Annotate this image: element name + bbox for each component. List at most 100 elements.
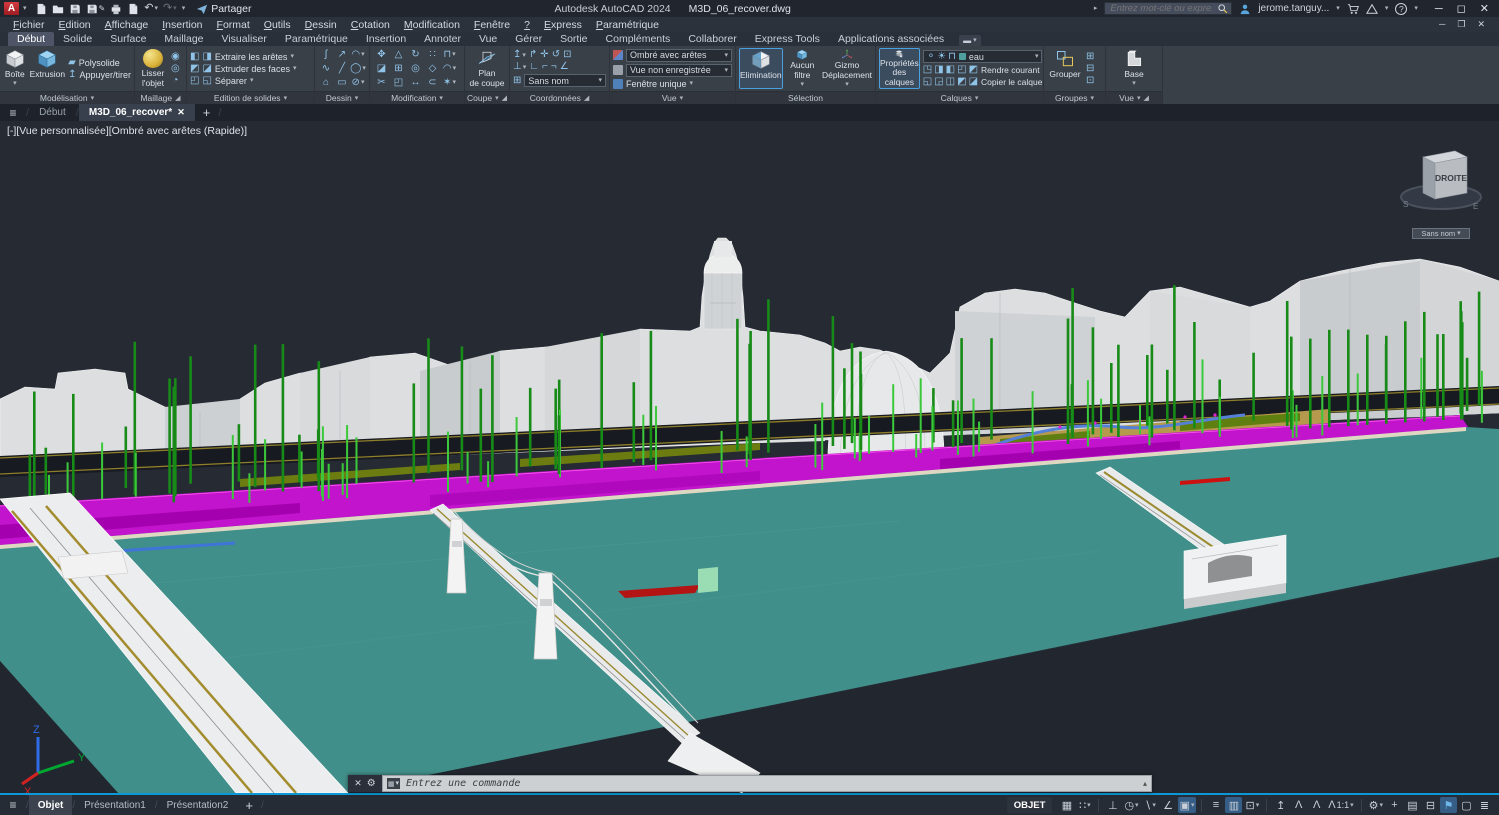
ribbon-tab-vue[interactable]: Vue <box>470 32 506 46</box>
save-button[interactable] <box>69 3 81 15</box>
layer-tool-icon[interactable]: ◫ <box>946 77 955 87</box>
modify-tool-icon[interactable]: ✂ <box>373 76 390 90</box>
ucs-tool-icon[interactable]: ⊥▾ <box>513 62 526 72</box>
ribbon-tab-annoter[interactable]: Annoter <box>415 32 470 46</box>
selection-cycling-toggle[interactable]: ⊡▾ <box>1243 797 1261 813</box>
file-tab-document[interactable]: M3D_06_recover*✕ <box>79 104 195 121</box>
layer-tool-icon[interactable]: ◪ <box>969 77 978 87</box>
solid-edit-button[interactable]: Extruder des faces <box>215 64 290 74</box>
ortho-toggle[interactable]: ⊥ <box>1104 797 1121 813</box>
search-input[interactable] <box>1108 2 1214 15</box>
menu-cotation[interactable]: Cotation <box>344 19 397 31</box>
maximize-button[interactable]: ◻ <box>1457 2 1466 15</box>
ribbon-tab-paramtrique[interactable]: Paramétrique <box>276 32 357 46</box>
solid-edit-button[interactable]: Extraire les arêtes <box>215 52 288 62</box>
modify-tool-icon[interactable]: ✶▾ <box>441 76 458 90</box>
menu-fentre[interactable]: Fenêtre <box>467 19 517 31</box>
layout-menu-icon[interactable]: ≡ <box>0 798 26 812</box>
object-snap-toggle[interactable]: ▣▾ <box>1178 797 1197 813</box>
layer-state-icon[interactable]: ⚬ <box>927 52 935 62</box>
group-tool-icon[interactable]: ⊡ <box>1086 76 1094 86</box>
ucs-tool-icon[interactable]: ⌐ <box>542 62 548 72</box>
open-file-button[interactable] <box>52 3 64 15</box>
drawing-canvas[interactable]: Z Y X [-][Vue personnalisée][Ombré avec … <box>0 121 1499 793</box>
menu-affichage[interactable]: Affichage <box>98 19 156 31</box>
menu-fichier[interactable]: Fichier <box>6 19 52 31</box>
modify-tool-icon[interactable]: ⊓▾ <box>441 48 458 62</box>
menu-express[interactable]: Express <box>537 19 589 31</box>
layer-tool-icon[interactable]: ◰ <box>957 65 966 75</box>
menu-insertion[interactable]: Insertion <box>155 19 209 31</box>
panel-title-modelisation[interactable]: Modélisation▾ <box>0 91 134 104</box>
copier-calque-button[interactable]: Copier le calque <box>981 77 1042 87</box>
file-tab-start[interactable]: Début <box>29 104 76 121</box>
layer-dropdown[interactable]: ⚬☀⊓eau▾ <box>923 50 1043 63</box>
command-history-icon[interactable]: ▴ <box>1143 779 1147 788</box>
app-menu-button[interactable]: A <box>4 2 19 15</box>
redo-button[interactable]: ↷▾ <box>163 3 177 14</box>
new-drawing-tab-button[interactable]: + <box>195 105 219 120</box>
view-dropdown[interactable]: Vue non enregistrée▾ <box>626 64 732 77</box>
draw-tool-icon[interactable]: ↗ <box>334 48 350 62</box>
visual-style-dropdown[interactable]: Ombré avec arêtes▾ <box>626 49 732 62</box>
grouper-button[interactable]: Grouper <box>1047 48 1083 89</box>
panel-title-maillage[interactable]: Maillage◢ <box>135 91 186 104</box>
layer-state-icon[interactable]: ☀ <box>937 52 946 62</box>
publish-button[interactable] <box>127 3 139 15</box>
transparency-toggle[interactable]: ▥ <box>1225 797 1242 813</box>
snap-mode-toggle[interactable]: ∷▾ <box>1076 797 1093 813</box>
layout-tab-présentation1[interactable]: Présentation1 <box>75 795 155 815</box>
osnap-tracking-toggle[interactable]: ∠ <box>1160 797 1177 813</box>
panel-title-edition[interactable]: Edition de solides▾ <box>187 91 314 104</box>
plot-toggle[interactable]: ⊟ <box>1422 797 1439 813</box>
ribbon-tab-solide[interactable]: Solide <box>54 32 101 46</box>
ribbon-tab-grer[interactable]: Gérer <box>506 32 551 46</box>
autodesk-apps-icon[interactable] <box>1366 3 1378 15</box>
user-name[interactable]: jerome.tanguy... <box>1258 3 1329 14</box>
graphics-performance-toggle[interactable]: ⚑ <box>1440 797 1457 813</box>
minimize-button[interactable]: ─ <box>1435 3 1443 15</box>
model-space-button[interactable]: OBJET <box>1007 797 1053 813</box>
menu-edition[interactable]: Edition <box>52 19 98 31</box>
user-icon[interactable] <box>1239 3 1251 15</box>
user-caret-icon[interactable]: ▾ <box>1336 5 1340 12</box>
draw-tool-icon[interactable]: ∿ <box>318 62 334 76</box>
layer-tool-icon[interactable]: ◩ <box>957 77 966 87</box>
command-options-icon[interactable]: ▦▾ <box>387 778 400 789</box>
doc-close-button[interactable]: ✕ <box>1477 19 1485 30</box>
panel-title-selection[interactable]: Sélection <box>736 91 875 104</box>
ucs-tool-icon[interactable]: ⊞ <box>513 76 521 86</box>
layout-tab-objet[interactable]: Objet <box>29 795 73 815</box>
modify-tool-icon[interactable]: ◇ <box>424 62 441 76</box>
viewcube-ucs-dropdown[interactable]: Sans nom▾ <box>1412 228 1470 239</box>
dynamic-ucs-toggle[interactable]: ↥ <box>1272 797 1289 813</box>
gizmo-button[interactable]: Gizmo Déplacement▾ <box>822 48 872 89</box>
solid-edit-icon[interactable]: ◩ <box>190 64 199 74</box>
layer-tool-icon[interactable]: ◲ <box>934 77 943 87</box>
command-palette-grip[interactable]: ✕ ⚙ <box>348 775 382 792</box>
base-button[interactable]: Base▾ <box>1117 48 1151 89</box>
layer-tool-icon[interactable]: ◱ <box>923 77 932 87</box>
isometric-drafting-toggle[interactable]: ∖▾ <box>1142 797 1159 813</box>
ribbon-tab-visualiser[interactable]: Visualiser <box>213 32 276 46</box>
menu-modification[interactable]: Modification <box>397 19 467 31</box>
menu-paramtrique[interactable]: Paramétrique <box>589 19 666 31</box>
command-input[interactable] <box>404 777 1139 790</box>
ucs-tool-icon[interactable]: ∟ <box>529 62 539 72</box>
layer-tool-icon[interactable]: ◩ <box>969 65 978 75</box>
modify-tool-icon[interactable]: ∷ <box>424 48 441 62</box>
boite-button[interactable]: Boîte▾ <box>3 48 27 89</box>
draw-tool-icon[interactable]: ʃ <box>318 48 334 62</box>
solid-edit-button[interactable]: Séparer <box>215 76 247 86</box>
quick-properties-toggle[interactable]: ▤ <box>1404 797 1421 813</box>
search-icon[interactable] <box>1217 3 1228 14</box>
modify-tool-icon[interactable]: ⊂ <box>424 76 441 90</box>
command-customize-icon[interactable]: ⚙ <box>367 778 376 789</box>
menu-?[interactable]: ? <box>517 19 537 31</box>
plot-button[interactable] <box>110 3 122 15</box>
maillage-tool-icon[interactable]: ◉ <box>171 52 180 62</box>
ucs-tool-icon[interactable]: ↥▾ <box>513 50 526 60</box>
modify-tool-icon[interactable]: △ <box>390 48 407 62</box>
ucs-named-dropdown[interactable]: Sans nom▾ <box>524 74 606 87</box>
group-tool-icon[interactable]: ⊟ <box>1086 64 1094 74</box>
